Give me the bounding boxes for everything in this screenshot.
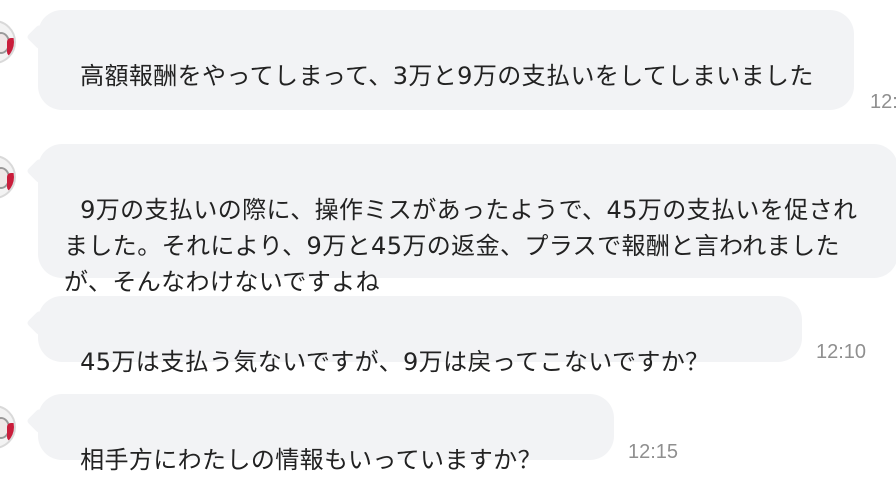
message-bubble: 高額報酬をやってしまって、3万と9万の支払いをしてしまいました — [38, 10, 854, 110]
avatar — [0, 155, 16, 199]
message-time: 12: — [870, 91, 896, 113]
avatar — [0, 405, 16, 449]
message-text: 9万の支払いの際に、操作ミスがあったようで、45万の支払いを促されました。それに… — [64, 196, 858, 296]
message-text: 高額報酬をやってしまって、3万と9万の支払いをしてしまいました — [80, 62, 814, 90]
message-bubble: 9万の支払いの際に、操作ミスがあったようで、45万の支払いを促されました。それに… — [38, 144, 896, 296]
message-time: 12:10 — [816, 341, 867, 363]
message-bubble: 45万は支払う気ないですが、9万は戻ってこないですか？ — [38, 296, 802, 376]
avatar — [0, 20, 16, 64]
message-bubble: 相手方にわたしの情報もいっていますか？ — [38, 394, 614, 474]
message-time: 12:15 — [628, 441, 679, 463]
message-text: 相手方にわたしの情報もいっていますか？ — [80, 446, 542, 474]
message-text: 45万は支払う気ないですが、9万は戻ってこないですか？ — [80, 348, 710, 376]
